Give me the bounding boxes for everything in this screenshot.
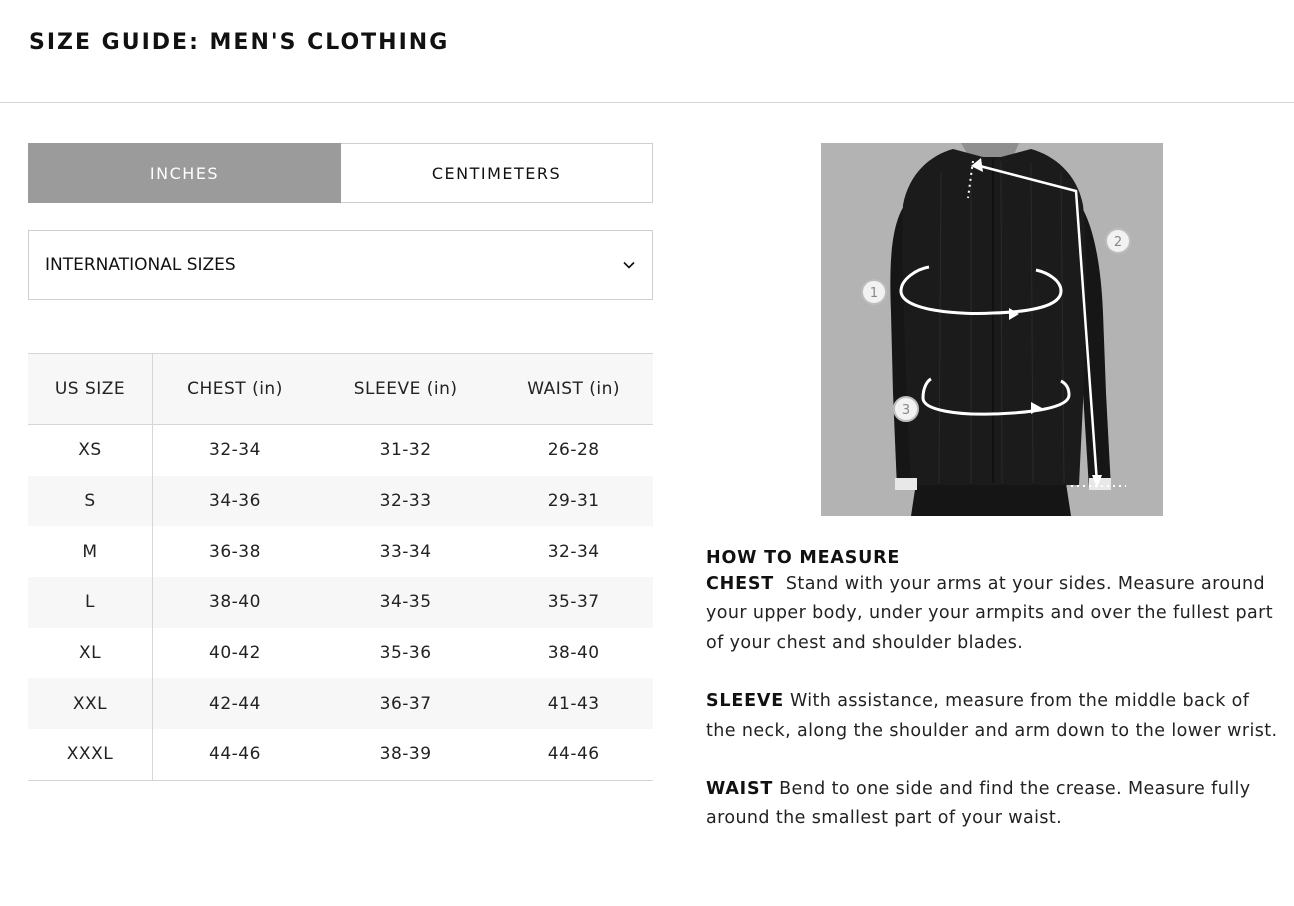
size-cell: L [28,577,153,628]
size-system-dropdown[interactable]: INTERNATIONAL SIZES [28,230,653,300]
table-row: S 34-36 32-33 29-31 [28,475,653,527]
chest-term: CHEST [706,574,774,594]
chest-instruction: CHEST Stand with your arms at your sides… [706,570,1281,658]
size-cell: XL [28,627,153,679]
unit-toggle: INCHES CENTIMETERS [28,143,653,203]
chest-cell: 34-36 [152,475,317,527]
marker-2-label: 2 [1114,235,1122,250]
sleeve-cell: 34-35 [316,577,495,628]
size-system-value: INTERNATIONAL SIZES [45,255,236,275]
waist-instruction: WAIST Bend to one side and find the crea… [706,775,1281,834]
jacket-illustration: 1 2 3 [821,143,1163,516]
size-cell: S [28,475,153,527]
sleeve-instruction: SLEEVE With assistance, measure from the… [706,687,1281,746]
inches-tab[interactable]: INCHES [28,143,341,203]
waist-text: Bend to one side and find the crease. Me… [706,779,1251,829]
waist-cell: 26-28 [547,440,600,461]
table-row: L 38-40 34-35 35-37 [28,577,653,628]
chest-cell: 40-42 [209,643,261,664]
table-row: XXXL 44-46 38-39 44-46 [28,729,653,781]
sleeve-cell: 38-39 [316,729,495,781]
marker-2-icon: 2 [1105,228,1131,254]
marker-1-icon: 1 [861,279,887,305]
sleeve-cell: 31-32 [379,440,432,461]
chest-cell: 38-40 [152,577,317,628]
chest-cell: 36-38 [209,541,261,562]
table-row: XS 32-34 31-32 26-28 [28,424,653,476]
header-sleeve: SLEEVE (in) [316,353,495,425]
table-header-row: US SIZE CHEST (in) SLEEVE (in) WAIST (in… [28,353,653,425]
header-us-size: US SIZE [28,353,153,425]
centimeters-tab[interactable]: CENTIMETERS [341,143,653,203]
table-row: XXL 42-44 36-37 41-43 [28,678,653,730]
how-to-measure: HOW TO MEASURE CHEST Stand with your arm… [706,546,1281,863]
size-cell: M [28,526,153,578]
chevron-down-icon [623,261,635,269]
marker-1-label: 1 [870,286,878,301]
chest-cell: 42-44 [152,678,317,730]
waist-cell: 38-40 [547,643,600,664]
header-divider [0,102,1294,103]
chest-cell: 44-46 [152,729,317,781]
size-cell: XXXL [28,729,153,781]
sleeve-cell: 35-36 [379,643,432,664]
header-waist: WAIST (in) [494,353,653,425]
size-cell: XXL [28,678,153,730]
marker-3-icon: 3 [893,396,919,422]
table-row: M 36-38 33-34 32-34 [28,526,653,578]
how-to-heading: HOW TO MEASURE [706,548,901,568]
waist-cell: 35-37 [494,577,653,628]
size-table: US SIZE CHEST (in) SLEEVE (in) WAIST (in… [28,353,653,781]
waist-cell: 29-31 [494,475,653,527]
waist-cell: 32-34 [547,541,600,562]
table-row: XL 40-42 35-36 38-40 [28,627,653,679]
sleeve-cell: 36-37 [316,678,495,730]
header-chest: CHEST (in) [152,353,317,425]
sleeve-term: SLEEVE [706,691,784,712]
measurement-figure: 1 2 3 [821,143,1163,516]
page-title: SIZE GUIDE: MEN'S CLOTHING [29,30,450,55]
sleeve-cell: 32-33 [316,475,495,527]
marker-3-label: 3 [902,403,910,418]
waist-term: WAIST [706,779,774,800]
chest-cell: 32-34 [209,440,261,461]
sleeve-text: With assistance, measure from the middle… [706,691,1278,741]
size-cell: XS [28,424,153,476]
chest-text: Stand with your arms at your sides. Meas… [706,574,1273,653]
waist-cell: 41-43 [494,678,653,730]
waist-cell: 44-46 [494,729,653,781]
sleeve-cell: 33-34 [379,541,432,562]
